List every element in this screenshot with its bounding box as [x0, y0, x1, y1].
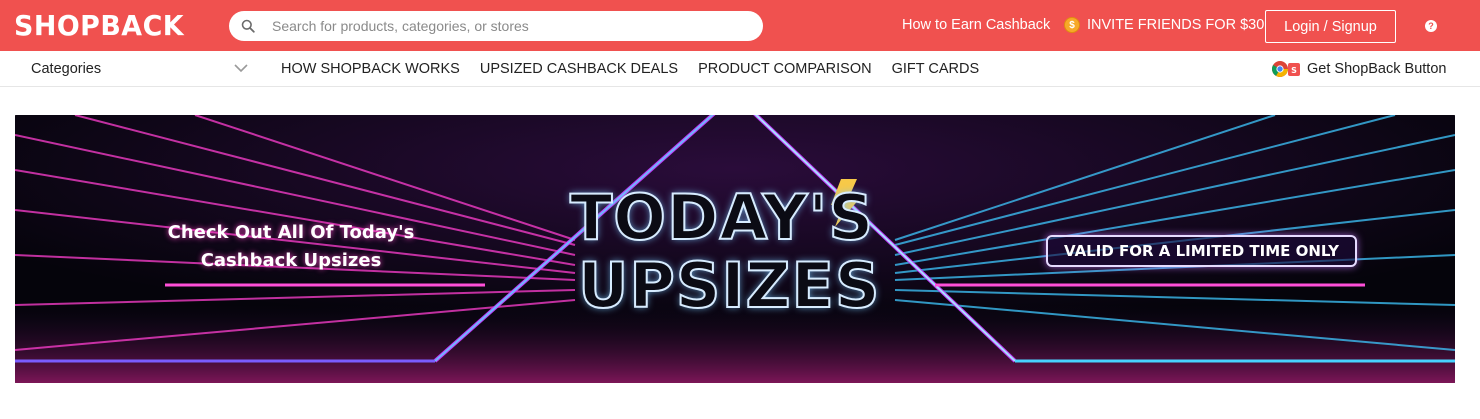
invite-friends-label: INVITE FRIENDS FOR $30 [1087, 17, 1265, 33]
limited-time-badge: VALID FOR A LIMITED TIME ONLY [1046, 235, 1357, 267]
shopback-logo[interactable]: SHOPBACK [14, 9, 184, 42]
banner-left-line-2: Cashback Upsizes [200, 250, 382, 271]
help-icon[interactable]: ? [1425, 20, 1437, 32]
search-icon [241, 19, 255, 33]
banner-left-line-1: Check Out All Of Today's [167, 222, 415, 243]
nav-upsized-cashback-deals[interactable]: UPSIZED CASHBACK DEALS [480, 61, 678, 77]
get-shopback-button-label: Get ShopBack Button [1307, 61, 1447, 77]
login-signup-button[interactable]: Login / Signup [1265, 10, 1396, 43]
chevron-down-icon[interactable] [233, 61, 249, 75]
search-bar[interactable] [229, 11, 763, 41]
secondary-nav: Categories HOW SHOPBACK WORKS UPSIZED CA… [0, 51, 1480, 87]
how-to-earn-cashback-link[interactable]: How to Earn Cashback [902, 17, 1050, 33]
top-header: SHOPBACK How to Earn Cashback $ INVITE F… [0, 0, 1480, 51]
nav-gift-cards[interactable]: GIFT CARDS [892, 61, 980, 77]
nav-product-comparison[interactable]: PRODUCT COMPARISON [698, 61, 871, 77]
categories-dropdown[interactable]: Categories [31, 61, 101, 77]
search-input[interactable] [272, 11, 742, 41]
invite-friends-link[interactable]: $ INVITE FRIENDS FOR $30 [1064, 17, 1264, 33]
banner-title-line-2: UPSIZES [577, 248, 881, 323]
get-shopback-button-link[interactable]: S Get ShopBack Button [1271, 59, 1446, 79]
coin-icon: $ [1064, 17, 1080, 33]
svg-text:S: S [1291, 66, 1297, 75]
chrome-icon: S [1272, 61, 1300, 77]
nav-how-shopback-works[interactable]: HOW SHOPBACK WORKS [281, 61, 460, 77]
banner-left-text: Check Out All Of Today's Cashback Upsize… [131, 219, 451, 275]
nav-links: HOW SHOPBACK WORKS UPSIZED CASHBACK DEAL… [281, 61, 999, 77]
todays-upsizes-banner[interactable]: Check Out All Of Today's Cashback Upsize… [15, 115, 1455, 383]
banner-title-line-1: TODAY'S [569, 180, 875, 255]
